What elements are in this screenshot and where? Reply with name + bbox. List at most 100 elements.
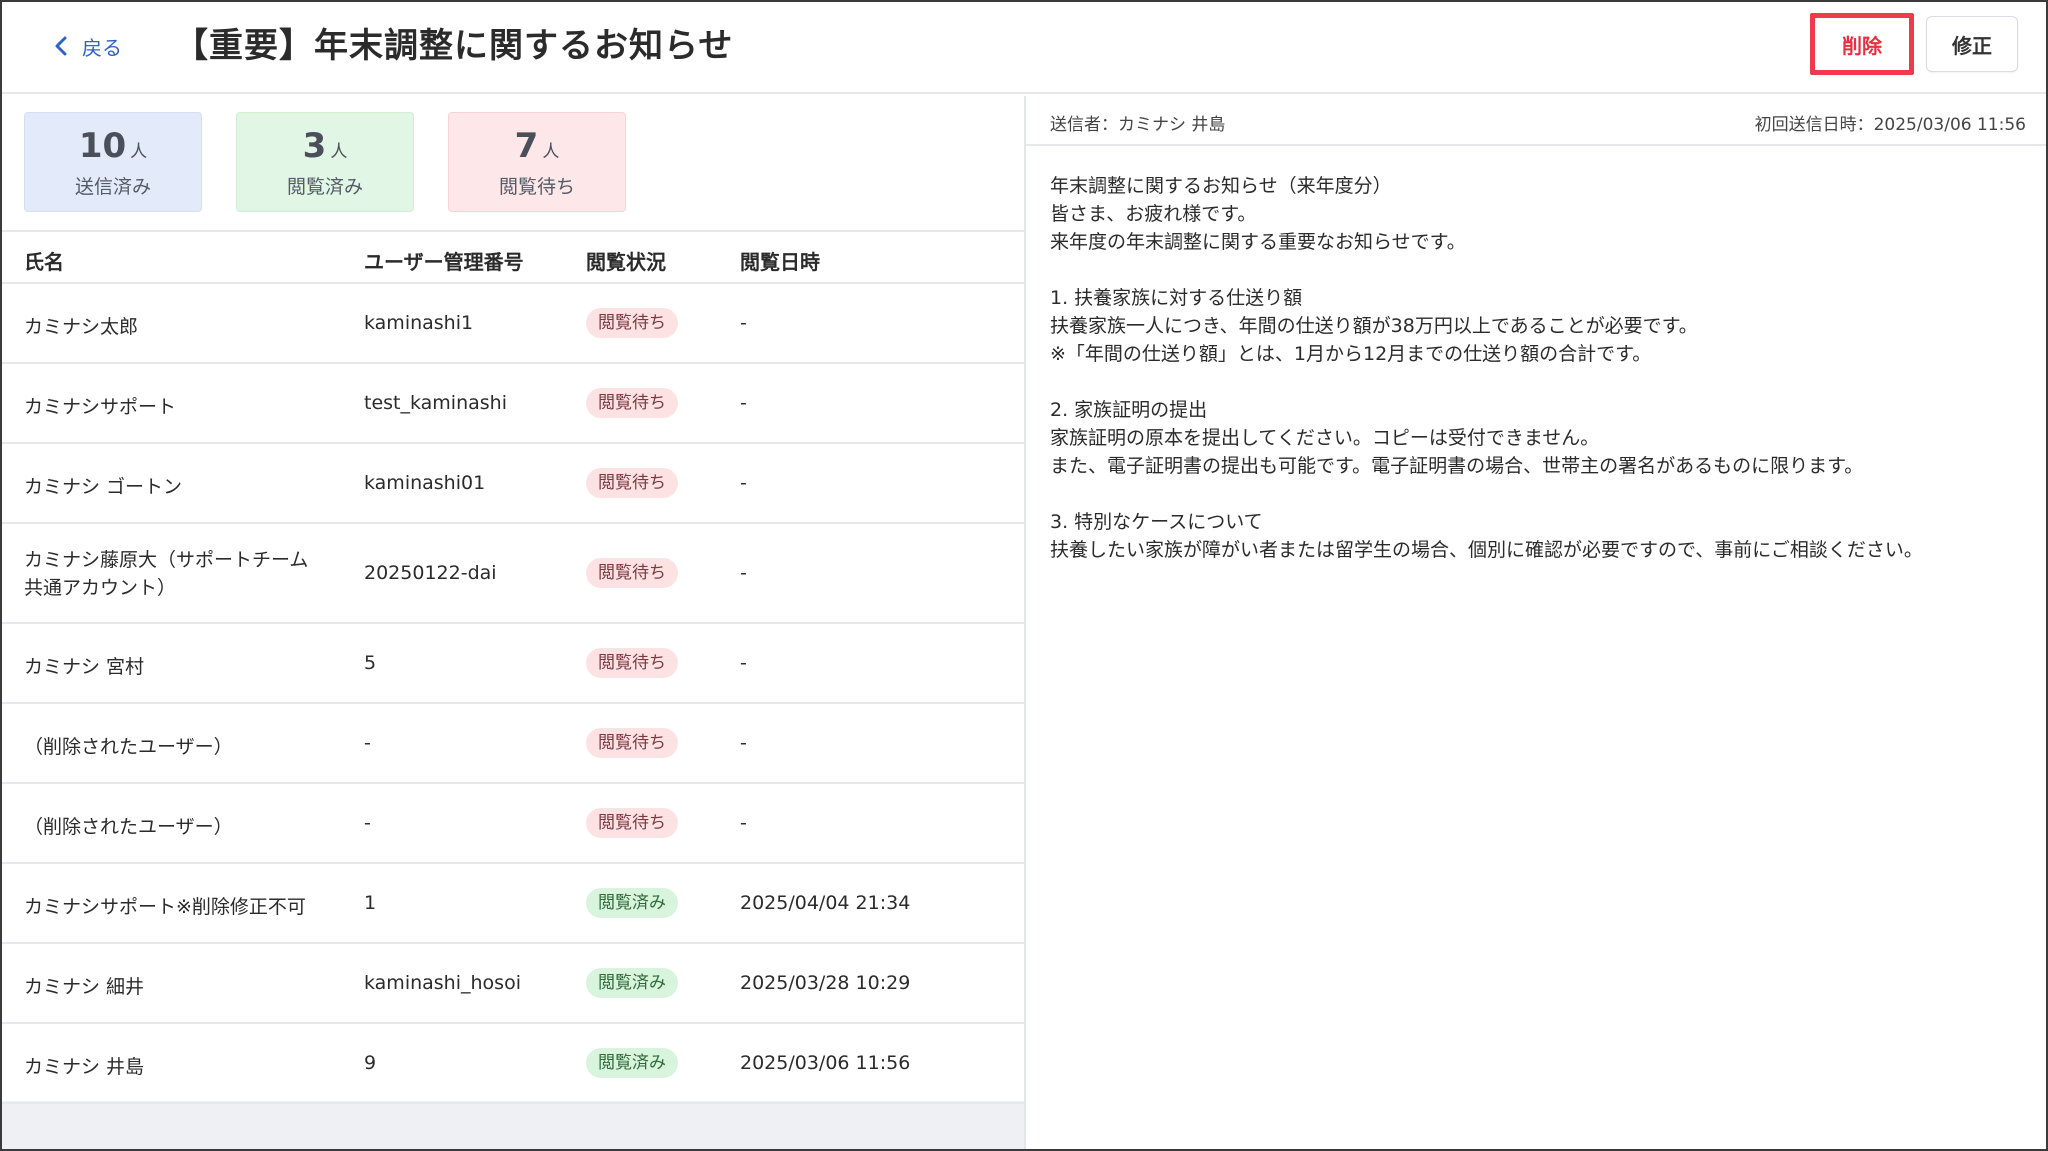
stat-read-unit: 人 — [330, 141, 348, 162]
recipients-panel: 10 人 送信済み 3 人 閲覧済み 7 人 閲覧待ち 氏名 ユーザー管理番号 … — [2, 96, 1026, 1149]
row-name: カミナシ 井島 — [24, 1056, 145, 1078]
row-read-at: 2025/04/04 21:34 — [740, 892, 911, 914]
table-row: カミナシサポート test_kaminashi 閲覧待ち - — [2, 364, 1024, 444]
row-user-id: - — [364, 812, 371, 834]
message-line: 来年度の年末調整に関する重要なお知らせです。 — [1050, 231, 1466, 253]
stat-card-wait[interactable]: 7 人 閲覧待ち — [448, 112, 626, 212]
message-line: 年末調整に関するお知らせ（来年度分） — [1050, 175, 1392, 197]
col-header-name: 氏名 — [24, 250, 64, 274]
back-label: 戻る — [82, 35, 122, 60]
stat-read-count: 3 — [302, 125, 327, 166]
stat-wait-label: 閲覧待ち — [498, 175, 575, 198]
message-line: 1. 扶養家族に対する仕送り額 — [1050, 287, 1303, 309]
row-read-at: - — [740, 732, 747, 754]
recipients-table: 氏名 ユーザー管理番号 閲覧状況 閲覧日時 カミナシ太郎 kaminashi1 … — [2, 230, 1024, 1104]
row-read-at: 2025/03/28 10:29 — [740, 972, 911, 994]
delete-button[interactable]: 削除 — [1810, 13, 1914, 75]
row-name: カミナシ ゴートン — [24, 476, 183, 498]
status-badge: 閲覧待ち — [586, 388, 678, 418]
row-read-at: - — [740, 472, 747, 494]
message-line: 扶養したい家族が障がい者または留学生の場合、個別に確認が必要ですので、事前にご相… — [1050, 539, 1923, 561]
table-row: カミナシ 宮村 5 閲覧待ち - — [2, 624, 1024, 704]
row-name: カミナシ 宮村 — [24, 656, 145, 678]
row-user-id: kaminashi01 — [364, 472, 486, 494]
chevron-left-icon — [55, 36, 67, 56]
row-name: カミナシサポート※削除修正不可 — [24, 896, 306, 918]
row-read-at: - — [740, 312, 747, 334]
table-row: （削除されたユーザー） - 閲覧待ち - — [2, 704, 1024, 784]
message-line: 2. 家族証明の提出 — [1050, 399, 1208, 421]
recipients-content: 10 人 送信済み 3 人 閲覧済み 7 人 閲覧待ち 氏名 ユーザー管理番号 … — [2, 96, 1024, 1104]
stat-card-sent[interactable]: 10 人 送信済み — [24, 112, 202, 212]
message-line — [1050, 368, 2020, 396]
row-user-id: 1 — [364, 892, 377, 914]
page-title: 【重要】年末調整に関するお知らせ — [174, 26, 734, 66]
page-header: 戻る 【重要】年末調整に関するお知らせ 削除 修正 — [2, 2, 2046, 94]
status-badge: 閲覧済み — [586, 1048, 678, 1078]
stat-card-read[interactable]: 3 人 閲覧済み — [236, 112, 414, 212]
row-user-id: test_kaminashi — [364, 392, 507, 414]
stat-wait-count: 7 — [514, 125, 539, 166]
status-badge: 閲覧待ち — [586, 558, 678, 588]
message-line: 扶養家族一人につき、年間の仕送り額が38万円以上であることが必要です。 — [1050, 315, 1698, 337]
table-row: カミナシ 井島 9 閲覧済み 2025/03/06 11:56 — [2, 1024, 1024, 1104]
status-badge: 閲覧待ち — [586, 648, 678, 678]
row-read-at: - — [740, 812, 747, 834]
table-row: カミナシ太郎 kaminashi1 閲覧待ち - — [2, 284, 1024, 364]
table-header: 氏名 ユーザー管理番号 閲覧状況 閲覧日時 — [2, 230, 1024, 284]
app-frame: 戻る 【重要】年末調整に関するお知らせ 削除 修正 10 人 送信済み 3 人 — [0, 0, 2048, 1151]
message-line: 家族証明の原本を提出してください。コピーは受付できません。 — [1050, 427, 1600, 449]
back-link[interactable]: 戻る — [54, 30, 122, 62]
row-name: （削除されたユーザー） — [24, 816, 233, 838]
status-badge: 閲覧待ち — [586, 308, 678, 338]
col-header-read-at: 閲覧日時 — [740, 250, 820, 274]
edit-button[interactable]: 修正 — [1926, 16, 2018, 72]
row-name: （削除されたユーザー） — [24, 736, 233, 758]
stat-sent-unit: 人 — [130, 141, 148, 162]
table-row: カミナシ 細井 kaminashi_hosoi 閲覧済み 2025/03/28 … — [2, 944, 1024, 1024]
table-row: カミナシサポート※削除修正不可 1 閲覧済み 2025/04/04 21:34 — [2, 864, 1024, 944]
table-row: （削除されたユーザー） - 閲覧待ち - — [2, 784, 1024, 864]
stats-summary: 10 人 送信済み 3 人 閲覧済み 7 人 閲覧待ち — [24, 112, 626, 212]
stat-sent-label: 送信済み — [74, 175, 151, 198]
row-user-id: 20250122-dai — [364, 562, 497, 584]
row-name: カミナシサポート — [24, 396, 177, 418]
message-line: 皆さま、お疲れ様です。 — [1050, 203, 1257, 225]
message-body: 年末調整に関するお知らせ（来年度分） 皆さま、お疲れ様です。 来年度の年末調整に… — [1050, 172, 2020, 564]
row-name: カミナシ藤原大（サポートチーム 共通アカウント） — [24, 546, 308, 602]
message-line: また、電子証明書の提出も可能です。電子証明書の場合、世帯主の署名があるものに限り… — [1050, 455, 1864, 477]
status-badge: 閲覧待ち — [586, 808, 678, 838]
message-line: 3. 特別なケースについて — [1050, 511, 1263, 533]
row-read-at: 2025/03/06 11:56 — [740, 1052, 911, 1074]
status-badge: 閲覧待ち — [586, 468, 678, 498]
row-read-at: - — [740, 652, 747, 674]
row-user-id: 9 — [364, 1052, 377, 1074]
stat-sent-count: 10 — [78, 125, 127, 166]
row-read-at: - — [740, 392, 747, 414]
row-name: カミナシ 細井 — [24, 976, 145, 998]
table-row: カミナシ藤原大（サポートチーム 共通アカウント） 20250122-dai 閲覧… — [2, 524, 1024, 624]
row-name: カミナシ太郎 — [24, 316, 139, 338]
row-user-id: 5 — [364, 652, 377, 674]
status-badge: 閲覧済み — [586, 968, 678, 998]
stat-read-label: 閲覧済み — [286, 175, 363, 198]
status-badge: 閲覧済み — [586, 888, 678, 918]
message-line: ※「年間の仕送り額」とは、1月から12月までの仕送り額の合計です。 — [1050, 343, 1652, 365]
row-name-line-2: 共通アカウント） — [24, 577, 177, 599]
message-line — [1050, 256, 2020, 284]
col-header-user-id: ユーザー管理番号 — [364, 250, 524, 274]
sender-label: 送信者：カミナシ 井島 — [1050, 115, 1226, 135]
message-meta: 送信者：カミナシ 井島 初回送信日時：2025/03/06 11:56 — [1026, 96, 2046, 146]
row-user-id: kaminashi1 — [364, 312, 474, 334]
stat-wait-unit: 人 — [542, 141, 560, 162]
col-header-status: 閲覧状況 — [586, 250, 666, 274]
sent-at-label: 初回送信日時：2025/03/06 11:56 — [1754, 115, 2026, 135]
status-badge: 閲覧待ち — [586, 728, 678, 758]
message-panel: 送信者：カミナシ 井島 初回送信日時：2025/03/06 11:56 年末調整… — [1026, 96, 2046, 1149]
row-user-id: kaminashi_hosoi — [364, 972, 521, 994]
table-row: カミナシ ゴートン kaminashi01 閲覧待ち - — [2, 444, 1024, 524]
row-user-id: - — [364, 732, 371, 754]
row-name-line-1: カミナシ藤原大（サポートチーム — [24, 549, 309, 571]
message-line — [1050, 480, 2020, 508]
row-read-at: - — [740, 562, 747, 584]
